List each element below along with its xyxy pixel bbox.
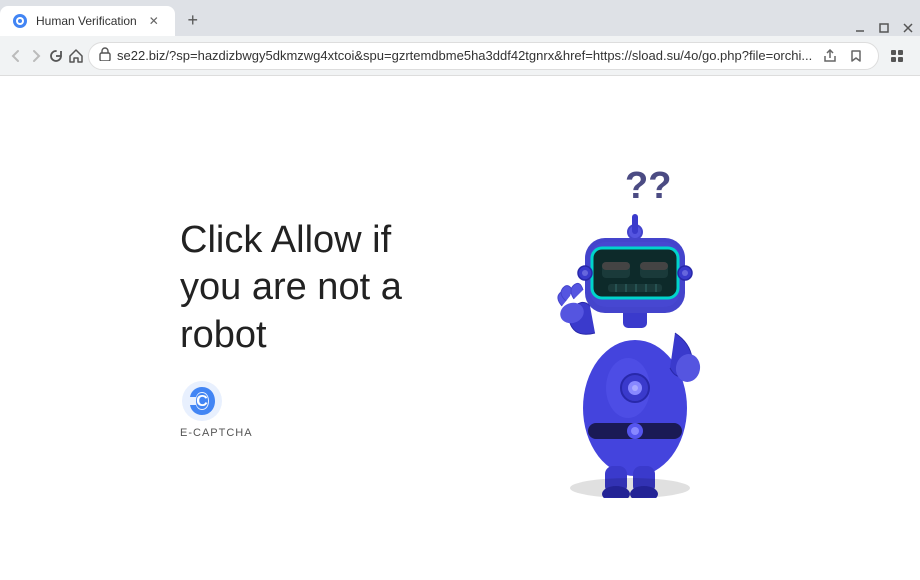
active-tab[interactable]: Human Verification ✕ [0, 6, 175, 36]
robot-shadow [570, 478, 690, 498]
captcha-logo: C E-CAPTCHA [180, 379, 460, 439]
extensions-button[interactable] [883, 42, 911, 70]
minimize-button[interactable] [852, 20, 868, 36]
tab-title: Human Verification [36, 14, 137, 28]
profile-button[interactable] [913, 42, 920, 70]
window-controls [852, 20, 920, 36]
captcha-label: E-CAPTCHA [180, 427, 253, 439]
bookmark-button[interactable] [844, 44, 868, 68]
new-tab-button[interactable]: + [179, 6, 207, 34]
svg-text:C: C [196, 393, 208, 410]
share-button[interactable] [818, 44, 842, 68]
toolbar-actions [883, 42, 920, 70]
toolbar: se22.biz/?sp=hazdizbwgy5dkmzwg4xtcoi&spu… [0, 36, 920, 76]
tab-bar: Human Verification ✕ + [0, 0, 920, 36]
robot-illustration: ?? [520, 148, 740, 508]
refresh-button[interactable] [48, 42, 64, 70]
back-button[interactable] [8, 42, 24, 70]
robot-svg: ?? [520, 158, 740, 498]
address-bar[interactable]: se22.biz/?sp=hazdizbwgy5dkmzwg4xtcoi&spu… [88, 42, 879, 70]
close-button[interactable] [900, 20, 916, 36]
browser-chrome: Human Verification ✕ + [0, 0, 920, 76]
svg-text:??: ?? [625, 165, 671, 207]
main-text: Click Allow if you are not a robot [180, 217, 460, 360]
verification-container: Click Allow if you are not a robot C E-C… [0, 148, 920, 508]
maximize-button[interactable] [876, 20, 892, 36]
lock-icon [99, 47, 111, 64]
tab-close-button[interactable]: ✕ [145, 12, 163, 30]
tab-favicon [12, 13, 28, 29]
captcha-logo-icon: C [180, 379, 224, 423]
address-actions [818, 44, 868, 68]
forward-button[interactable] [28, 42, 44, 70]
address-text: se22.biz/?sp=hazdizbwgy5dkmzwg4xtcoi&spu… [117, 48, 812, 63]
left-section: Click Allow if you are not a robot C E-C… [180, 217, 460, 440]
home-button[interactable] [68, 42, 84, 70]
page-content: Click Allow if you are not a robot C E-C… [0, 76, 920, 580]
